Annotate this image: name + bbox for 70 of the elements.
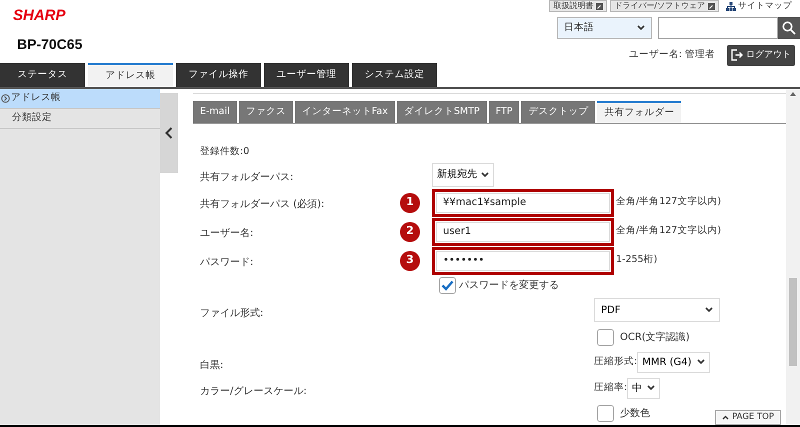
field-label: ファイル形式: — [200, 308, 264, 319]
text-field[interactable]: user1 — [436, 222, 610, 242]
number-badge: 2 — [400, 222, 420, 242]
sub-tab[interactable]: デスクトップ — [521, 101, 596, 123]
logout-button[interactable]: ログアウト — [727, 44, 795, 66]
compression-select[interactable]: 中 — [627, 378, 660, 398]
field-label: 共有フォルダーパス: — [200, 172, 294, 182]
number-badge: 3 — [400, 250, 420, 270]
external-icon — [596, 2, 604, 10]
select-caption: 圧縮率: — [594, 380, 628, 395]
language-select[interactable]: 日本語 — [557, 16, 652, 39]
checkbox[interactable] — [439, 276, 456, 294]
sitemap-link[interactable]: サイトマップ — [726, 0, 800, 13]
main-tab[interactable]: ユーザー管理 — [264, 63, 349, 87]
checkbox[interactable] — [597, 328, 614, 346]
select-caption: 圧縮形式: — [594, 354, 638, 369]
chevron-down-icon — [705, 307, 713, 313]
field-hint: 全角/半角127文字以内) — [616, 224, 722, 238]
page-top-button[interactable]: PAGE TOP — [715, 410, 781, 425]
user-name-label: ユーザー名: 管理者 — [628, 48, 715, 62]
sub-tab[interactable]: インターネットFax — [294, 101, 395, 123]
checkmark-icon — [441, 280, 454, 290]
scroll-up-icon — [790, 92, 796, 96]
compression-select[interactable]: MMR (G4) — [637, 352, 710, 372]
record-count: 登録件数:0 — [200, 146, 250, 157]
sitemap-icon — [726, 2, 736, 11]
main-tab[interactable]: ステータス — [0, 63, 85, 87]
collapse-handle[interactable] — [160, 93, 178, 173]
number-badge: 1 — [400, 192, 420, 212]
destination-select[interactable]: 新規宛先 — [432, 162, 494, 186]
logout-icon — [731, 49, 743, 62]
sub-tab[interactable]: E-mail — [193, 101, 237, 123]
main-tab[interactable]: ファイル操作 — [176, 63, 261, 87]
chevron-down-icon — [647, 385, 656, 391]
checkbox[interactable] — [597, 404, 614, 422]
arrow-circle-icon — [1, 94, 10, 103]
main-tab[interactable]: アドレス帳 — [88, 63, 173, 87]
text-field[interactable]: ••••••• — [436, 250, 610, 270]
file-format-select[interactable]: PDF — [594, 298, 720, 322]
external-icon — [708, 2, 715, 10]
chevron-left-icon — [165, 127, 173, 139]
main-tab[interactable]: システム設定 — [352, 63, 437, 87]
field-label: 白黒: — [200, 360, 224, 371]
checkbox-label: パスワードを変更する — [459, 278, 559, 292]
sub-tab[interactable]: ダイレクトSMTP — [396, 101, 487, 123]
sub-tab[interactable]: FTP — [488, 101, 520, 123]
brand-logo: SHARP — [13, 8, 67, 23]
search-button[interactable] — [778, 16, 800, 39]
field-label: 共有フォルダーパス (必須): — [200, 199, 324, 210]
sidebar-item[interactable]: 分類設定 — [0, 109, 160, 129]
chevron-down-icon — [696, 359, 704, 365]
sidebar-item[interactable]: アドレス帳 — [0, 89, 160, 109]
field-label: ユーザー名: — [200, 228, 254, 239]
search-icon — [782, 20, 796, 35]
text-field[interactable]: ¥¥mac1¥sample — [436, 192, 610, 212]
field-label: パスワード: — [200, 257, 254, 268]
model-name: BP-70C65 — [17, 35, 84, 54]
header-link[interactable]: 取扱説明書 — [549, 0, 608, 12]
chevron-up-icon — [722, 415, 730, 420]
sub-tab[interactable]: 共有フォルダー — [597, 101, 682, 123]
sub-tab[interactable]: ファクス — [238, 101, 293, 123]
chevron-down-icon — [637, 24, 645, 31]
field-hint: 1-255桁) — [616, 253, 658, 268]
search-field[interactable] — [658, 16, 778, 39]
field-hint: 全角/半角127文字以内) — [616, 195, 722, 210]
chevron-down-icon — [481, 172, 489, 178]
field-label: カラー/グレースケール: — [200, 386, 307, 397]
checkbox-label: OCR(文字認識) — [620, 330, 690, 344]
checkbox-label: 少数色 — [620, 406, 650, 420]
header-link[interactable]: ドライバー/ソフトウェア — [610, 0, 719, 12]
